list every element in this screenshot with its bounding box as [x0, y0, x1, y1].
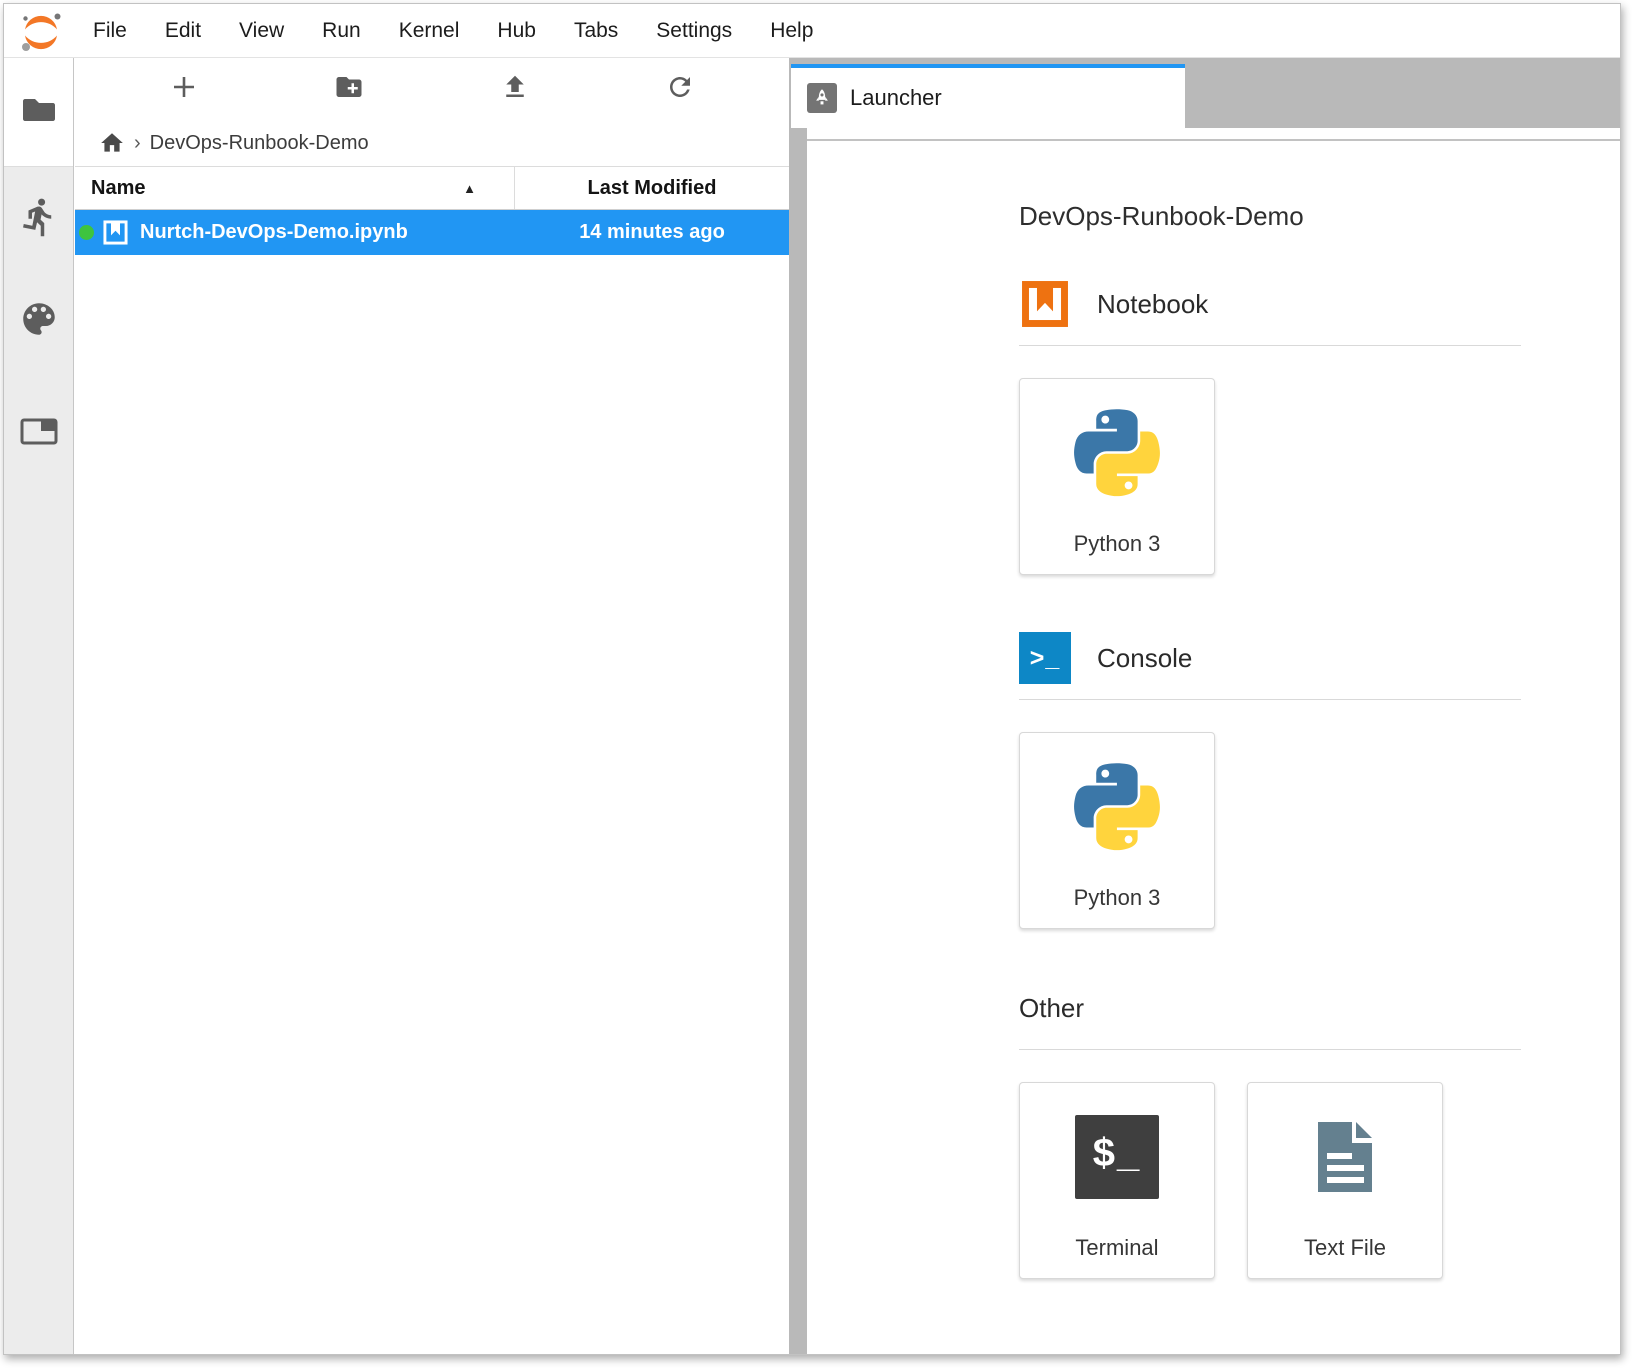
launcher-card-terminal[interactable]: $_ Terminal: [1019, 1082, 1215, 1279]
card-label: Terminal: [1075, 1235, 1158, 1261]
launcher-card-notebook-python3[interactable]: Python 3: [1019, 378, 1215, 575]
menu-run[interactable]: Run: [303, 19, 380, 43]
menu-tabs[interactable]: Tabs: [555, 19, 637, 43]
sidebar-tab-running[interactable]: [4, 196, 73, 242]
running-man-icon: [18, 196, 60, 243]
menu-hub[interactable]: Hub: [478, 19, 555, 43]
file-last-modified: 14 minutes ago: [515, 221, 789, 244]
column-header-name[interactable]: Name ▲: [75, 167, 515, 209]
section-label-console: Console: [1097, 643, 1192, 674]
breadcrumb-separator: ›: [134, 132, 141, 155]
notebook-icon: [102, 219, 129, 246]
column-header-last-modified[interactable]: Last Modified: [515, 177, 789, 200]
launcher-card-console-python3[interactable]: Python 3: [1019, 732, 1215, 929]
launcher-cwd-title: DevOps-Runbook-Demo: [1019, 201, 1580, 231]
sidebar-tab-files[interactable]: [4, 58, 73, 167]
card-label: Text File: [1304, 1235, 1386, 1261]
sort-ascending-icon: ▲: [463, 181, 476, 196]
python-icon: [1068, 757, 1166, 857]
tab-launcher-label: Launcher: [850, 85, 942, 111]
sidebar-tab-open-tabs[interactable]: [4, 410, 73, 456]
section-label-other: Other: [1019, 993, 1084, 1024]
file-list-header: Name ▲ Last Modified: [75, 166, 789, 210]
file-row[interactable]: Nurtch-DevOps-Demo.ipynb 14 minutes ago: [75, 210, 789, 255]
refresh-icon: [665, 72, 695, 107]
section-divider: [1019, 699, 1521, 700]
file-name: Nurtch-DevOps-Demo.ipynb: [140, 221, 408, 244]
launcher-rocket-icon: [807, 83, 837, 113]
card-label: Python 3: [1074, 531, 1161, 557]
tab-launcher[interactable]: Launcher: [791, 64, 1185, 128]
name-column-label: Name: [91, 177, 145, 200]
card-label: Python 3: [1074, 885, 1161, 911]
panel-splitter[interactable]: [789, 58, 807, 1354]
upload-icon: [500, 72, 530, 107]
file-browser-toolbar: [75, 58, 789, 120]
jupyterlab-window: File Edit View Run Kernel Hub Tabs Setti…: [3, 3, 1621, 1355]
menu-view[interactable]: View: [220, 19, 303, 43]
launcher-card-text-file[interactable]: Text File: [1247, 1082, 1443, 1279]
notebook-icon: [1019, 278, 1071, 330]
dock-tab-bar: Launcher: [789, 58, 1620, 128]
launcher-section-other: Other $_ Terminal: [1019, 993, 1580, 1279]
python-icon: [1068, 403, 1166, 503]
launcher-panel: DevOps-Runbook-Demo Notebook: [807, 128, 1620, 1354]
section-divider: [1019, 345, 1521, 346]
console-icon: >_: [1019, 632, 1071, 684]
menu-settings[interactable]: Settings: [637, 19, 751, 43]
menu-edit[interactable]: Edit: [146, 19, 220, 43]
jupyter-logo-icon: [18, 9, 64, 53]
section-divider: [1019, 1049, 1521, 1050]
plus-icon: [170, 73, 198, 106]
left-sidebar: [4, 58, 74, 1354]
upload-button[interactable]: [432, 58, 598, 120]
new-folder-button[interactable]: [267, 58, 433, 120]
menu-bar: File Edit View Run Kernel Hub Tabs Setti…: [4, 4, 1620, 58]
section-label-notebook: Notebook: [1097, 289, 1208, 320]
tabs-icon: [20, 416, 58, 451]
menu-help[interactable]: Help: [751, 19, 832, 43]
folder-icon: [21, 95, 57, 130]
kernel-running-indicator: [79, 225, 94, 240]
home-icon[interactable]: [99, 130, 125, 156]
sidebar-tab-commands[interactable]: [4, 298, 73, 344]
menu-kernel[interactable]: Kernel: [380, 19, 479, 43]
breadcrumb-path[interactable]: DevOps-Runbook-Demo: [150, 132, 369, 155]
dock-panel: Launcher DevOps-Runbook-Demo: [789, 58, 1620, 1354]
terminal-icon: $_: [1075, 1107, 1159, 1207]
new-launcher-button[interactable]: [101, 58, 267, 120]
refresh-button[interactable]: [598, 58, 764, 120]
palette-icon: [18, 298, 60, 345]
new-folder-icon: [334, 72, 364, 107]
launcher-section-console: >_ Console Py: [1019, 632, 1580, 929]
breadcrumb: › DevOps-Runbook-Demo: [75, 120, 789, 166]
menu-file[interactable]: File: [74, 19, 146, 43]
launcher-section-notebook: Notebook Python 3: [1019, 278, 1580, 575]
file-browser-panel: › DevOps-Runbook-Demo Name ▲ Last Modifi…: [75, 58, 789, 1354]
text-file-icon: [1303, 1107, 1387, 1207]
